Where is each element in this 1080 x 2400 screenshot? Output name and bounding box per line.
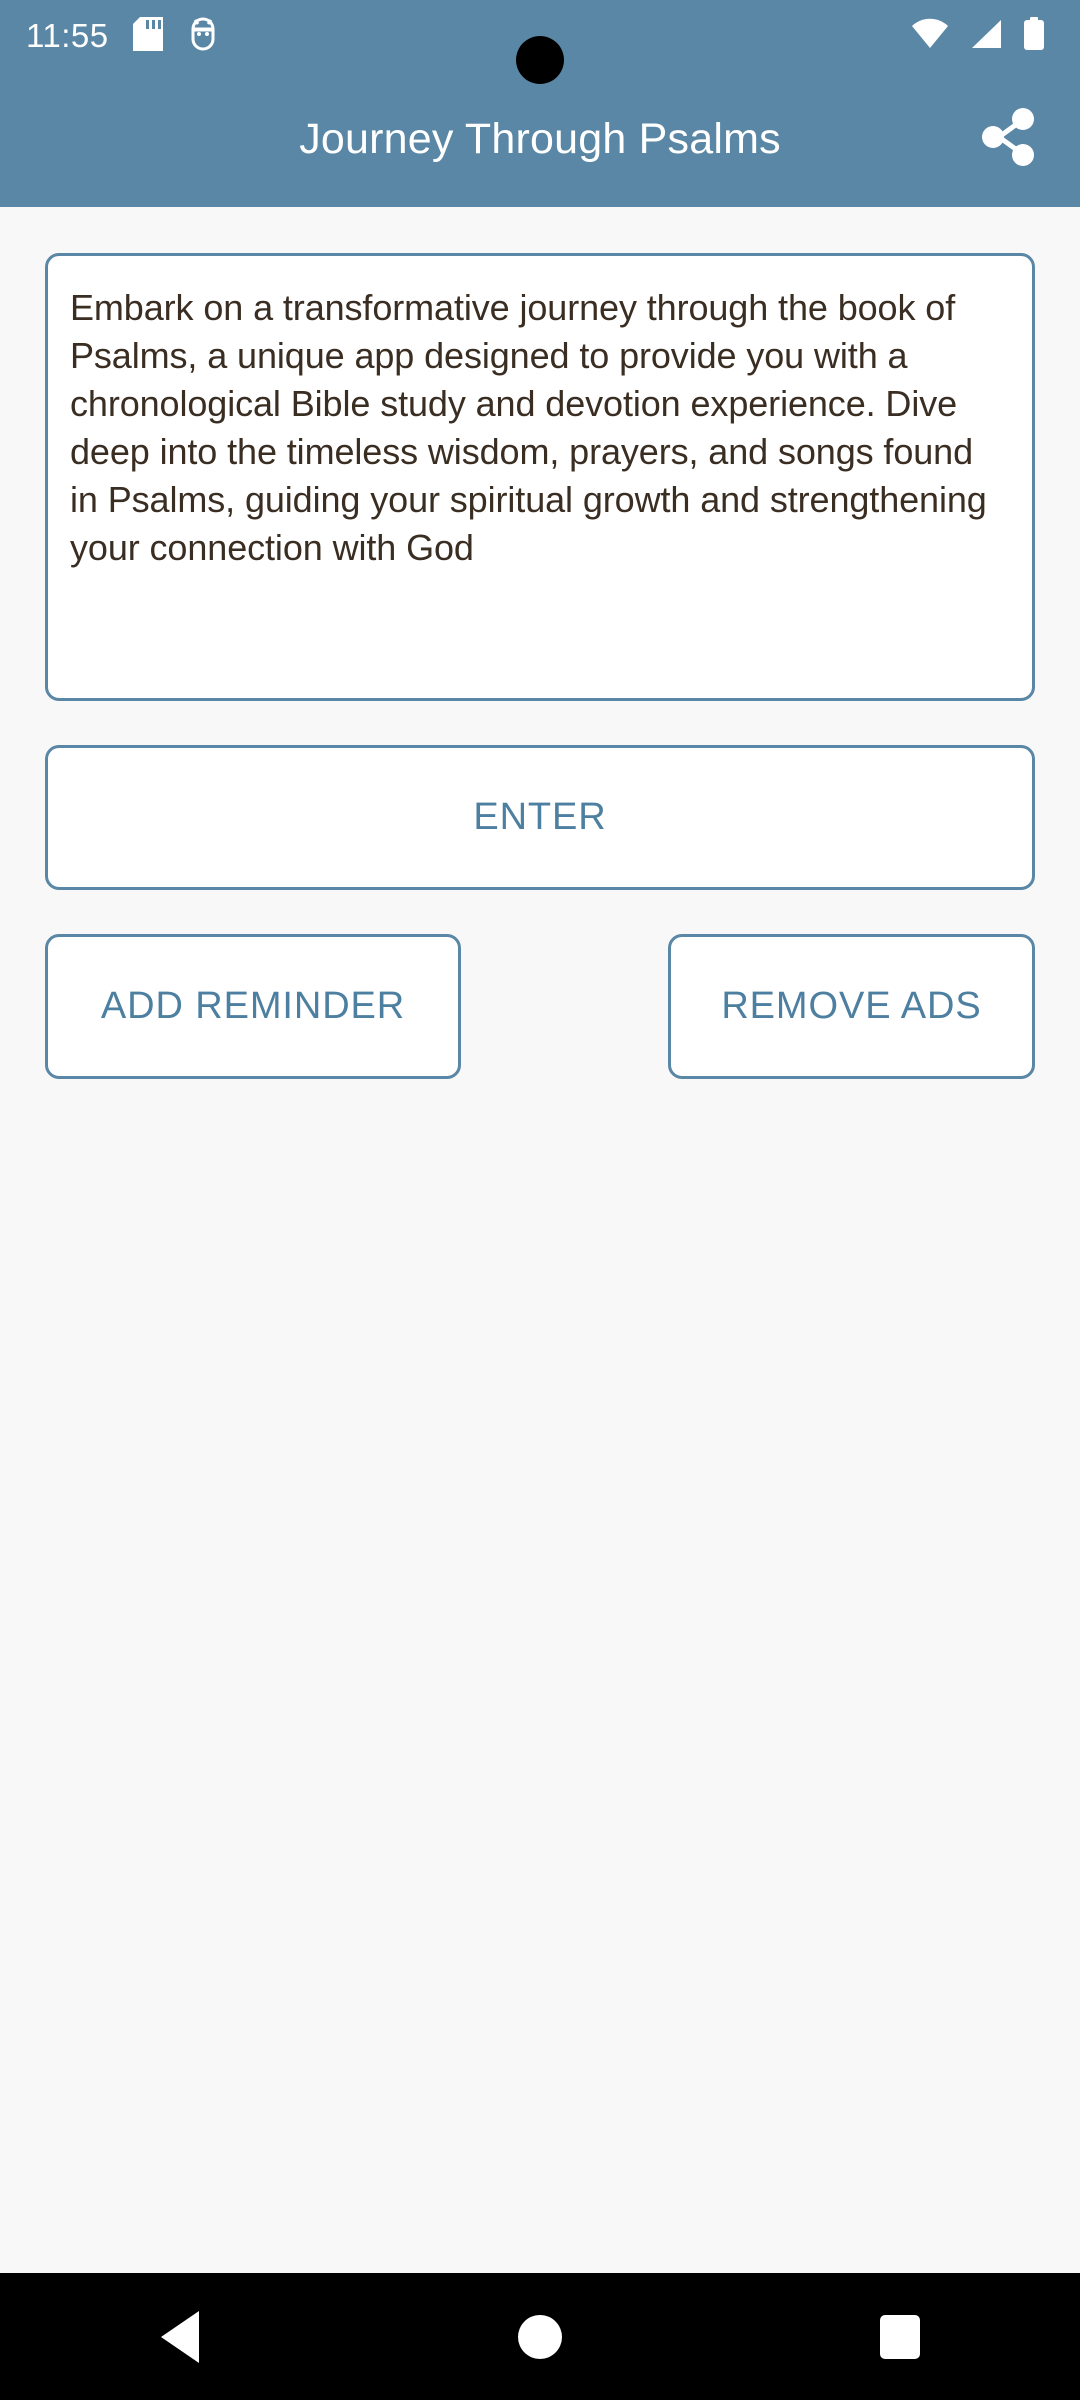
square-icon <box>880 2314 920 2359</box>
triangle-left-icon <box>161 2310 199 2363</box>
status-clock: 11:55 <box>26 17 109 54</box>
remove-ads-button[interactable]: REMOVE ADS <box>668 934 1035 1079</box>
sd-card-icon <box>132 16 163 56</box>
status-bar-left-group: 11:55 <box>26 16 219 56</box>
main-content: Embark on a transformative journey throu… <box>0 207 1080 2273</box>
share-icon <box>978 106 1040 173</box>
title-bar: Journey Through Psalms <box>0 72 1080 207</box>
circle-icon <box>518 2314 562 2359</box>
page-title: Journey Through Psalms <box>299 115 781 163</box>
status-bar-right-group <box>910 16 1054 56</box>
add-reminder-button[interactable]: ADD REMINDER <box>45 934 461 1079</box>
navigation-bar <box>0 2273 1080 2400</box>
cellular-signal-icon <box>968 18 1004 55</box>
app-bar-region: 11:55 Journey Through Psalms <box>0 0 1080 207</box>
home-key[interactable] <box>470 2273 610 2400</box>
add-reminder-button-label: ADD REMINDER <box>100 985 406 1027</box>
remove-ads-button-label: REMOVE ADS <box>721 985 982 1027</box>
description-card: Embark on a transformative journey throu… <box>45 253 1035 701</box>
enter-button-label: ENTER <box>473 796 607 838</box>
recents-key[interactable] <box>830 2273 970 2400</box>
android-debug-icon <box>187 17 219 56</box>
back-key[interactable] <box>110 2273 250 2400</box>
phone-screen: 11:55 Journey Through Psalms Embark on a… <box>0 0 1080 2400</box>
share-button[interactable] <box>966 97 1052 183</box>
wifi-icon <box>910 18 950 55</box>
battery-icon <box>1022 16 1046 56</box>
enter-button[interactable]: ENTER <box>45 745 1035 890</box>
description-text: Embark on a transformative journey throu… <box>70 287 987 568</box>
